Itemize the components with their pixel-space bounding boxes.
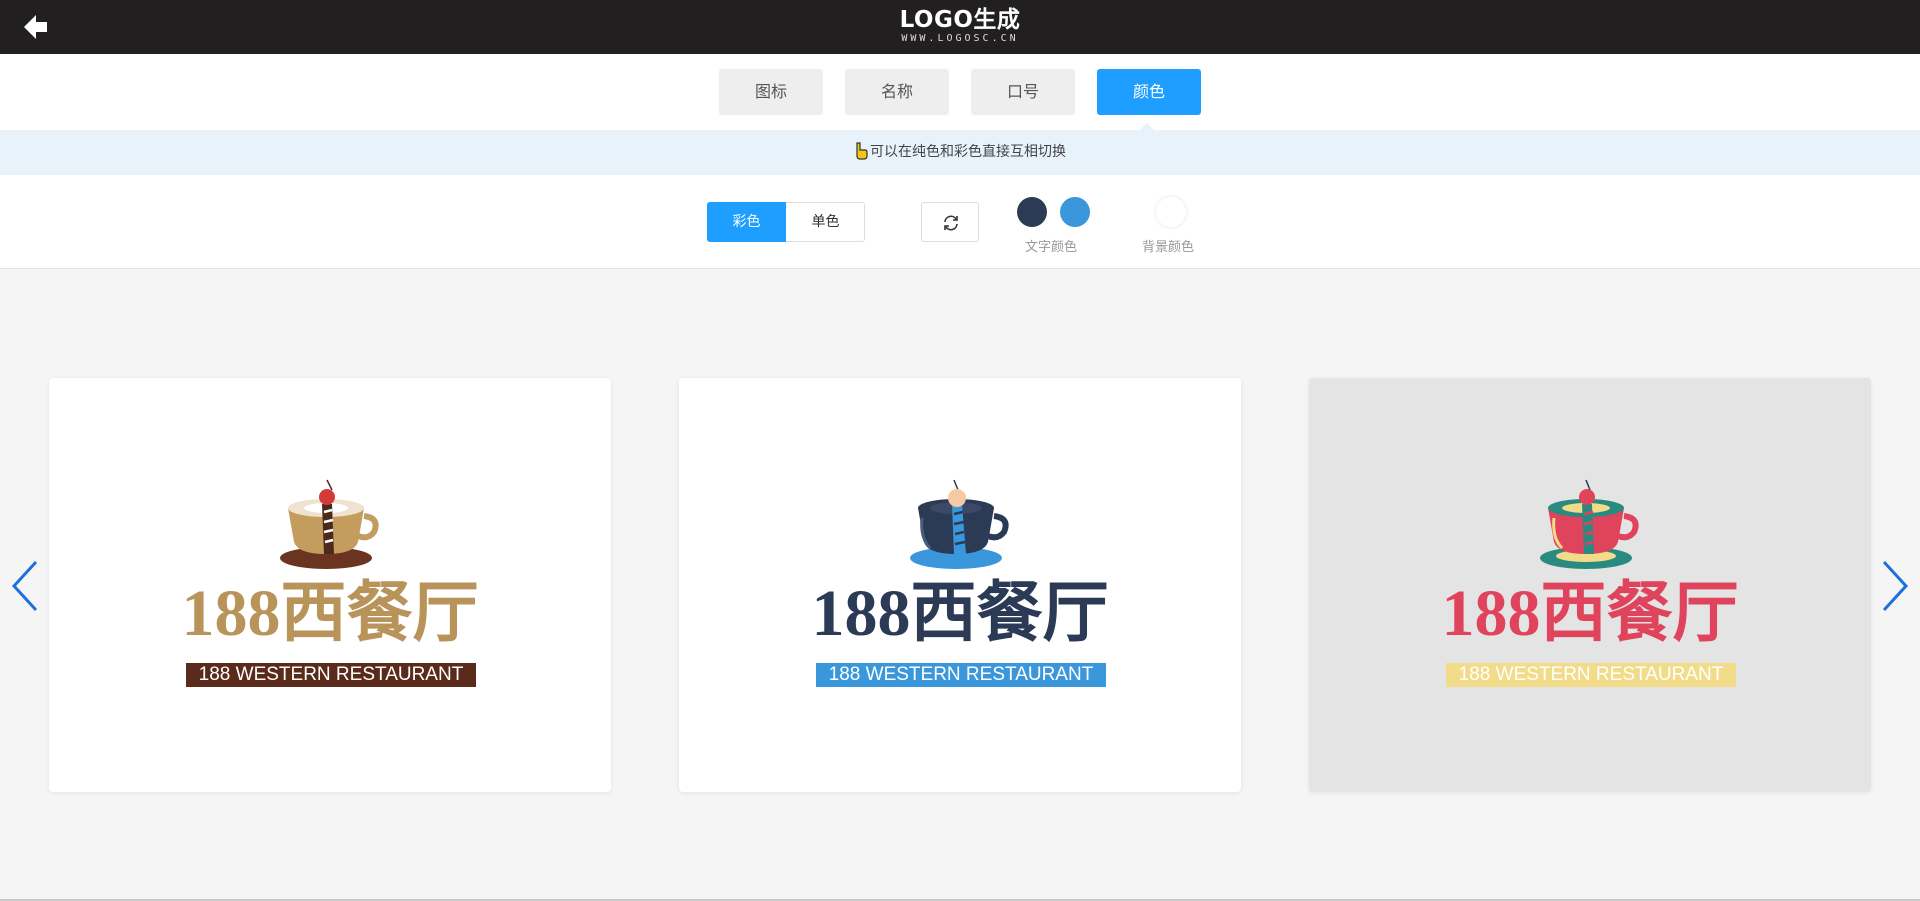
carousel-next-button[interactable] xyxy=(1878,558,1912,614)
cake-cup-icon xyxy=(1540,479,1639,569)
text-color-swatch-2[interactable] xyxy=(1060,197,1090,227)
logo-tagline: 188 WESTERN RESTAURANT xyxy=(816,663,1106,687)
logo-card-3[interactable]: 188西餐厅 188 WESTERN RESTAURANT xyxy=(1309,378,1871,792)
pointing-hand-icon xyxy=(856,142,868,160)
logo-name: 188西餐厅 xyxy=(181,577,479,650)
tip-bar: 可以在纯色和彩色直接互相切换 xyxy=(0,130,1920,175)
top-bar: LOGO生成 WWW.LOGOSC.CN xyxy=(0,0,1920,54)
brand-subtitle: WWW.LOGOSC.CN xyxy=(901,33,1019,44)
background-color-label: 背景颜色 xyxy=(1142,240,1195,255)
color-controls: 彩色 单色 文字颜色 背景颜色 xyxy=(0,175,1920,269)
tab-slogan[interactable]: 口号 xyxy=(971,69,1075,115)
background-color-swatch[interactable] xyxy=(1156,197,1186,227)
logo-card-2[interactable]: 188西餐厅 188 WESTERN RESTAURANT xyxy=(679,378,1241,792)
tab-icon[interactable]: 图标 xyxy=(719,69,823,115)
color-mode-mono-button[interactable]: 单色 xyxy=(786,202,865,242)
refresh-button[interactable] xyxy=(921,202,979,242)
logo-name: 188西餐厅 xyxy=(1441,577,1739,650)
logo-card-1[interactable]: 188西餐厅 188 WESTERN RESTAURANT xyxy=(49,378,611,792)
brand-title: LOGO生成 xyxy=(899,7,1021,33)
chevron-left-icon xyxy=(11,560,38,612)
chevron-right-icon xyxy=(1882,560,1909,612)
brand-logo[interactable]: LOGO生成 WWW.LOGOSC.CN xyxy=(0,7,1920,45)
logo-tagline: 188 WESTERN RESTAURANT xyxy=(186,663,476,687)
tab-color[interactable]: 颜色 xyxy=(1097,69,1201,115)
logo-carousel: 188西餐厅 188 WESTERN RESTAURANT 188西餐厅 188… xyxy=(0,270,1920,901)
refresh-icon xyxy=(944,215,958,231)
text-color-label: 文字颜色 xyxy=(1025,240,1078,255)
color-mode-colorful-button[interactable]: 彩色 xyxy=(707,202,786,242)
logo-tagline: 188 WESTERN RESTAURANT xyxy=(1446,663,1736,687)
carousel-prev-button[interactable] xyxy=(8,558,42,614)
tip-text: 可以在纯色和彩色直接互相切换 xyxy=(870,144,1066,160)
color-mode-toggle: 彩色 单色 xyxy=(707,202,865,242)
cake-cup-icon xyxy=(910,479,1009,569)
logo-name: 188西餐厅 xyxy=(811,577,1109,650)
text-color-swatch-1[interactable] xyxy=(1017,197,1047,227)
step-tabs: 图标 名称 口号 颜色 xyxy=(0,54,1920,132)
tab-name[interactable]: 名称 xyxy=(845,69,949,115)
cake-cup-icon xyxy=(280,479,379,569)
